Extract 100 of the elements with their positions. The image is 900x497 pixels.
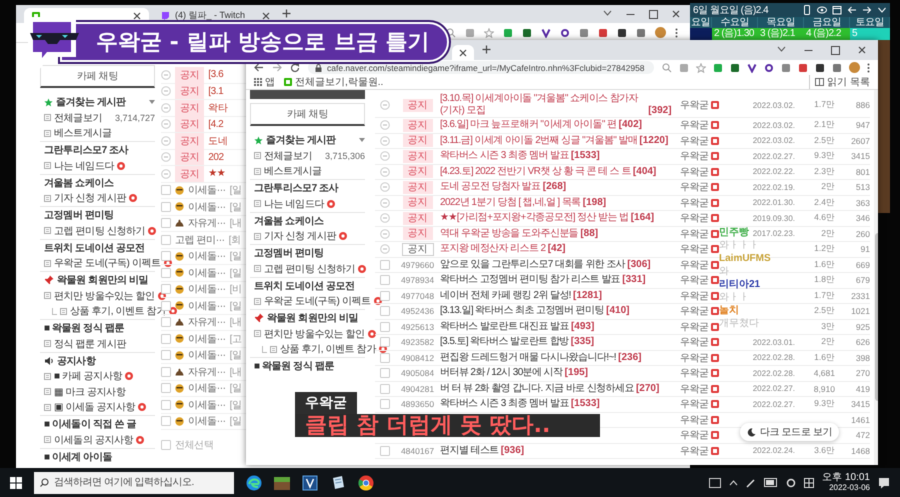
board-name[interactable]: 이세돌···: [188, 266, 226, 280]
board-link[interactable]: ▣ 이세돌 공지사항: [54, 400, 136, 414]
share-icon[interactable]: [679, 62, 689, 72]
post-title[interactable]: [일: [230, 348, 242, 362]
more-menu-icon[interactable]: [867, 62, 870, 72]
board-link[interactable]: 기자 신청 게시판: [264, 229, 336, 244]
post-title[interactable]: [회: [228, 232, 241, 247]
post-title-link[interactable]: 앞으로 있을 그란투리스모7 대회를 위한 조사: [440, 258, 626, 271]
board-link[interactable]: 우왁굳 도네(구독) 이펙트: [264, 294, 371, 308]
post-title[interactable]: [일: [230, 398, 242, 412]
post-title[interactable]: [4.2: [208, 118, 224, 130]
maximize-icon[interactable]: [649, 10, 658, 18]
keyboard-icon[interactable]: [709, 478, 722, 488]
author-name[interactable]: 우왁굳: [680, 273, 708, 288]
author-name[interactable]: 우왁굳: [680, 134, 708, 148]
checkbox[interactable]: [380, 306, 390, 316]
close-icon[interactable]: [262, 12, 270, 20]
checkbox[interactable]: [380, 275, 390, 286]
comment-count[interactable]: [195]: [564, 367, 588, 378]
checkbox[interactable]: [161, 234, 171, 245]
bookmark-link[interactable]: 전체글보기,락물원..: [295, 75, 384, 89]
author-name[interactable]: 우왁굳: [680, 428, 708, 442]
comment-count[interactable]: [493]: [570, 320, 594, 332]
board-link[interactable]: 우왁굳 도네(구독) 이펙트: [54, 256, 161, 270]
comment-count[interactable]: [936]: [500, 444, 524, 456]
author-name[interactable]: 우왁굳: [680, 366, 708, 380]
checkbox[interactable]: [380, 352, 390, 363]
post-title-link[interactable]: 네이버 전체 카페 랭킹 2위 달성!: [440, 290, 571, 302]
chevron-down-icon[interactable]: [603, 10, 612, 16]
board-name[interactable]: 이세돌···: [188, 332, 226, 346]
phone-icon[interactable]: [802, 5, 812, 15]
author-name[interactable]: 우왁굳: [680, 180, 708, 194]
checkbox[interactable]: [380, 322, 390, 332]
author-name[interactable]: 우왁굳: [680, 164, 708, 179]
board-link[interactable]: 고렙 편미팅 신청하기: [54, 224, 146, 238]
forward-arrow-icon[interactable]: [272, 63, 282, 72]
board-link[interactable]: 고렙 편미팅 신청하기: [264, 262, 356, 276]
bookmark-star-icon[interactable]: [696, 62, 706, 72]
board-name[interactable]: 자유게···: [188, 216, 226, 230]
checkbox[interactable]: [161, 284, 171, 294]
chevron-down-icon[interactable]: [777, 46, 786, 52]
battery-icon[interactable]: [764, 478, 778, 487]
board-link[interactable]: 기자 신청 게시판: [54, 191, 126, 206]
board-name[interactable]: 고렙 편미···: [175, 232, 225, 247]
post-title[interactable]: [내: [230, 315, 242, 330]
post-title-link[interactable]: 2022년 1분기 당첨 [ 챕,네,얼 ] 목록: [440, 196, 581, 209]
back-arrow-icon[interactable]: [254, 63, 264, 72]
notification-icon[interactable]: [878, 476, 890, 488]
zoom-icon[interactable]: [446, 28, 456, 38]
calendar-day-cell[interactable]: [690, 28, 712, 40]
board-name[interactable]: 이세돌···: [188, 183, 226, 198]
post-title-link[interactable]: 왁타버스 고정멤버 편미팅 참가 리스트 발표: [440, 274, 620, 286]
author-name[interactable]: 우왁굳: [680, 98, 708, 112]
more-menu-icon[interactable]: [675, 28, 678, 38]
post-title-link[interactable]: 왁타버스 시즌 3 최종 멤버 발표: [440, 398, 569, 410]
close-icon[interactable]: [858, 46, 866, 54]
checkbox[interactable]: [161, 350, 171, 360]
comment-count[interactable]: [270]: [636, 382, 660, 394]
post-title[interactable]: [3.6: [208, 69, 224, 80]
caret-icon[interactable]: [359, 138, 365, 142]
checkbox[interactable]: [161, 185, 171, 196]
post-title-link[interactable]: 버 터 뷰 2화 촬영 갑니다. 지금 바로 신청하세요: [440, 382, 634, 395]
apps-grid-icon[interactable]: [254, 78, 262, 86]
board-name[interactable]: 이세돌···: [188, 249, 226, 264]
profile-avatar-icon[interactable]: [849, 62, 860, 73]
post-title-link[interactable]: 도네 공모전 당첨자 발표: [440, 181, 541, 194]
checkbox[interactable]: [161, 202, 171, 212]
board-name[interactable]: 이세돌···: [188, 381, 226, 396]
post-title[interactable]: 도네: [208, 134, 228, 148]
comment-count[interactable]: [1533]: [570, 150, 600, 162]
author-name[interactable]: 우왁굳: [680, 288, 708, 303]
author-name[interactable]: 우왁굳: [680, 320, 708, 334]
edge-browser-icon[interactable]: [246, 474, 262, 490]
checkbox[interactable]: [161, 268, 171, 278]
grass-block-icon[interactable]: [274, 474, 290, 490]
checkbox[interactable]: [161, 334, 171, 344]
board-name[interactable]: 이세돌···: [188, 348, 226, 362]
board-name[interactable]: 이세돌···: [188, 298, 226, 313]
post-title-link[interactable]: [3.6.일] 마크 늪프로해커 "이세계 아이돌" 편: [440, 119, 616, 132]
board-name[interactable]: 이세돌···: [188, 398, 226, 412]
new-tab-icon[interactable]: [282, 8, 291, 18]
author-name[interactable]: 우왁굳: [680, 226, 708, 241]
post-title[interactable]: [일: [230, 249, 242, 264]
checkbox[interactable]: [380, 384, 390, 394]
comment-count[interactable]: [1533]: [570, 398, 600, 410]
post-title-link[interactable]: 편지별 테스트: [440, 444, 499, 457]
post-title[interactable]: 202: [208, 152, 224, 163]
comment-count[interactable]: [404]: [632, 166, 656, 177]
post-title[interactable]: [내: [230, 364, 242, 379]
chrome-icon[interactable]: [358, 474, 374, 490]
post-title[interactable]: ★★: [208, 168, 226, 180]
comment-count[interactable]: [236]: [618, 352, 642, 363]
author-name[interactable]: 우왁굳: [680, 397, 708, 412]
post-title-link[interactable]: [3.10.목] 이세계아이돌 "겨울봄" 쇼케이스 참가자(기자) 모집: [440, 93, 646, 117]
post-title[interactable]: [3.1: [208, 86, 224, 97]
board-link[interactable]: ▦ 마크 공지사항: [54, 384, 126, 399]
post-title[interactable]: [일: [230, 298, 242, 313]
post-title-link[interactable]: ★★[가리점+포지왕+각종공모전] 정산 받는 법: [440, 212, 629, 224]
bookmark-star-icon[interactable]: [484, 28, 494, 38]
address-bar[interactable]: cafe.naver.com/steamindiegame?iframe_url=/MyCafeIntro.nhn%3Fclubid=27842958: [308, 61, 654, 74]
